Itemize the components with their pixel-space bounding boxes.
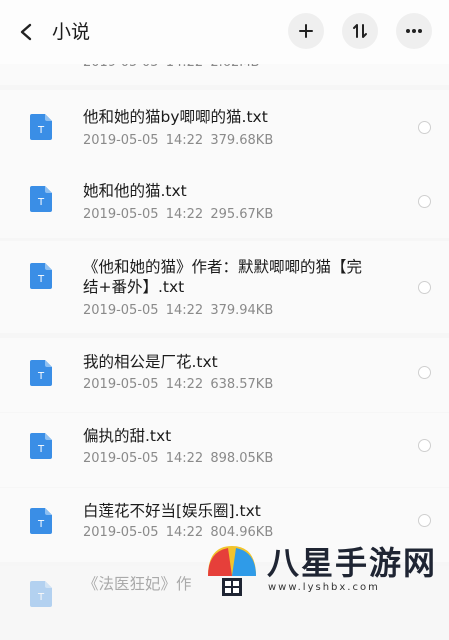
sort-button[interactable] <box>342 13 378 49</box>
list-item[interactable]: T 她和他的猫.txt 2019-05-05 14:22 295.67KB <box>0 164 449 238</box>
file-meta: 2019-05-05 14:22 295.67KB <box>83 207 274 222</box>
svg-text:T: T <box>37 125 45 136</box>
list-item[interactable]: T 他和她的猫by唧唧的猫.txt 2019-05-05 14:22 379.6… <box>0 90 449 164</box>
file-meta: 2019-05-05 14:22 379.68KB <box>83 133 274 148</box>
file-name: 《法医狂妃》作 <box>83 575 192 593</box>
app-header: 小说 <box>0 0 449 64</box>
file-name: 我的相公是厂花.txt <box>83 353 218 371</box>
file-list: 2019-05-05 14:22 2.62MB T 他和她的猫by唧唧的猫.tx… <box>0 0 449 640</box>
svg-text:T: T <box>37 197 45 208</box>
svg-text:T: T <box>37 519 45 530</box>
svg-text:T: T <box>37 592 45 603</box>
svg-text:T: T <box>37 444 45 455</box>
file-name: 偏执的甜.txt <box>83 427 172 445</box>
back-button[interactable] <box>18 18 44 46</box>
watermark-url: www.lyshbx.com <box>268 582 380 593</box>
sort-icon <box>353 24 367 38</box>
txt-file-icon: T <box>30 508 52 534</box>
file-name: 白莲花不好当[娱乐圈].txt <box>83 502 261 520</box>
select-radio[interactable] <box>418 366 431 379</box>
file-name-line1: 《他和她的猫》作者：默默唧唧的猫【完 <box>83 258 363 276</box>
file-name-line2: 结+番外】.txt <box>83 278 185 296</box>
watermark: 八星手游网 www.lyshbx.com <box>200 540 449 600</box>
svg-text:T: T <box>37 371 45 382</box>
txt-file-icon: T <box>30 263 52 289</box>
select-radio[interactable] <box>418 514 431 527</box>
watermark-logo-icon <box>208 546 256 596</box>
more-button[interactable] <box>396 13 432 49</box>
select-radio[interactable] <box>418 439 431 452</box>
file-meta: 2019-05-05 14:22 638.57KB <box>83 377 274 392</box>
plus-icon <box>299 24 313 38</box>
txt-file-icon: T <box>30 581 52 607</box>
list-item[interactable]: T 偏执的甜.txt 2019-05-05 14:22 898.05KB <box>0 413 449 487</box>
add-button[interactable] <box>288 13 324 49</box>
list-item[interactable]: T 《他和她的猫》作者：默默唧唧的猫【完 结+番外】.txt 2019-05-0… <box>0 241 449 333</box>
txt-file-icon: T <box>30 114 52 140</box>
back-arrow-icon <box>20 23 32 41</box>
select-radio[interactable] <box>418 121 431 134</box>
svg-text:T: T <box>37 274 45 285</box>
page-title: 小说 <box>52 21 91 43</box>
list-item[interactable]: T 我的相公是厂花.txt 2019-05-05 14:22 638.57KB <box>0 338 449 412</box>
watermark-text: 八星手游网 <box>267 544 438 582</box>
more-dots-icon <box>406 29 422 33</box>
select-radio[interactable] <box>418 195 431 208</box>
file-meta: 2019-05-05 14:22 379.94KB <box>83 303 274 318</box>
txt-file-icon: T <box>30 433 52 459</box>
select-radio[interactable] <box>418 281 431 294</box>
txt-file-icon: T <box>30 360 52 386</box>
file-name: 她和他的猫.txt <box>83 182 187 200</box>
file-name: 他和她的猫by唧唧的猫.txt <box>83 108 268 126</box>
file-meta: 2019-05-05 14:22 898.05KB <box>83 451 274 466</box>
txt-file-icon: T <box>30 186 52 212</box>
